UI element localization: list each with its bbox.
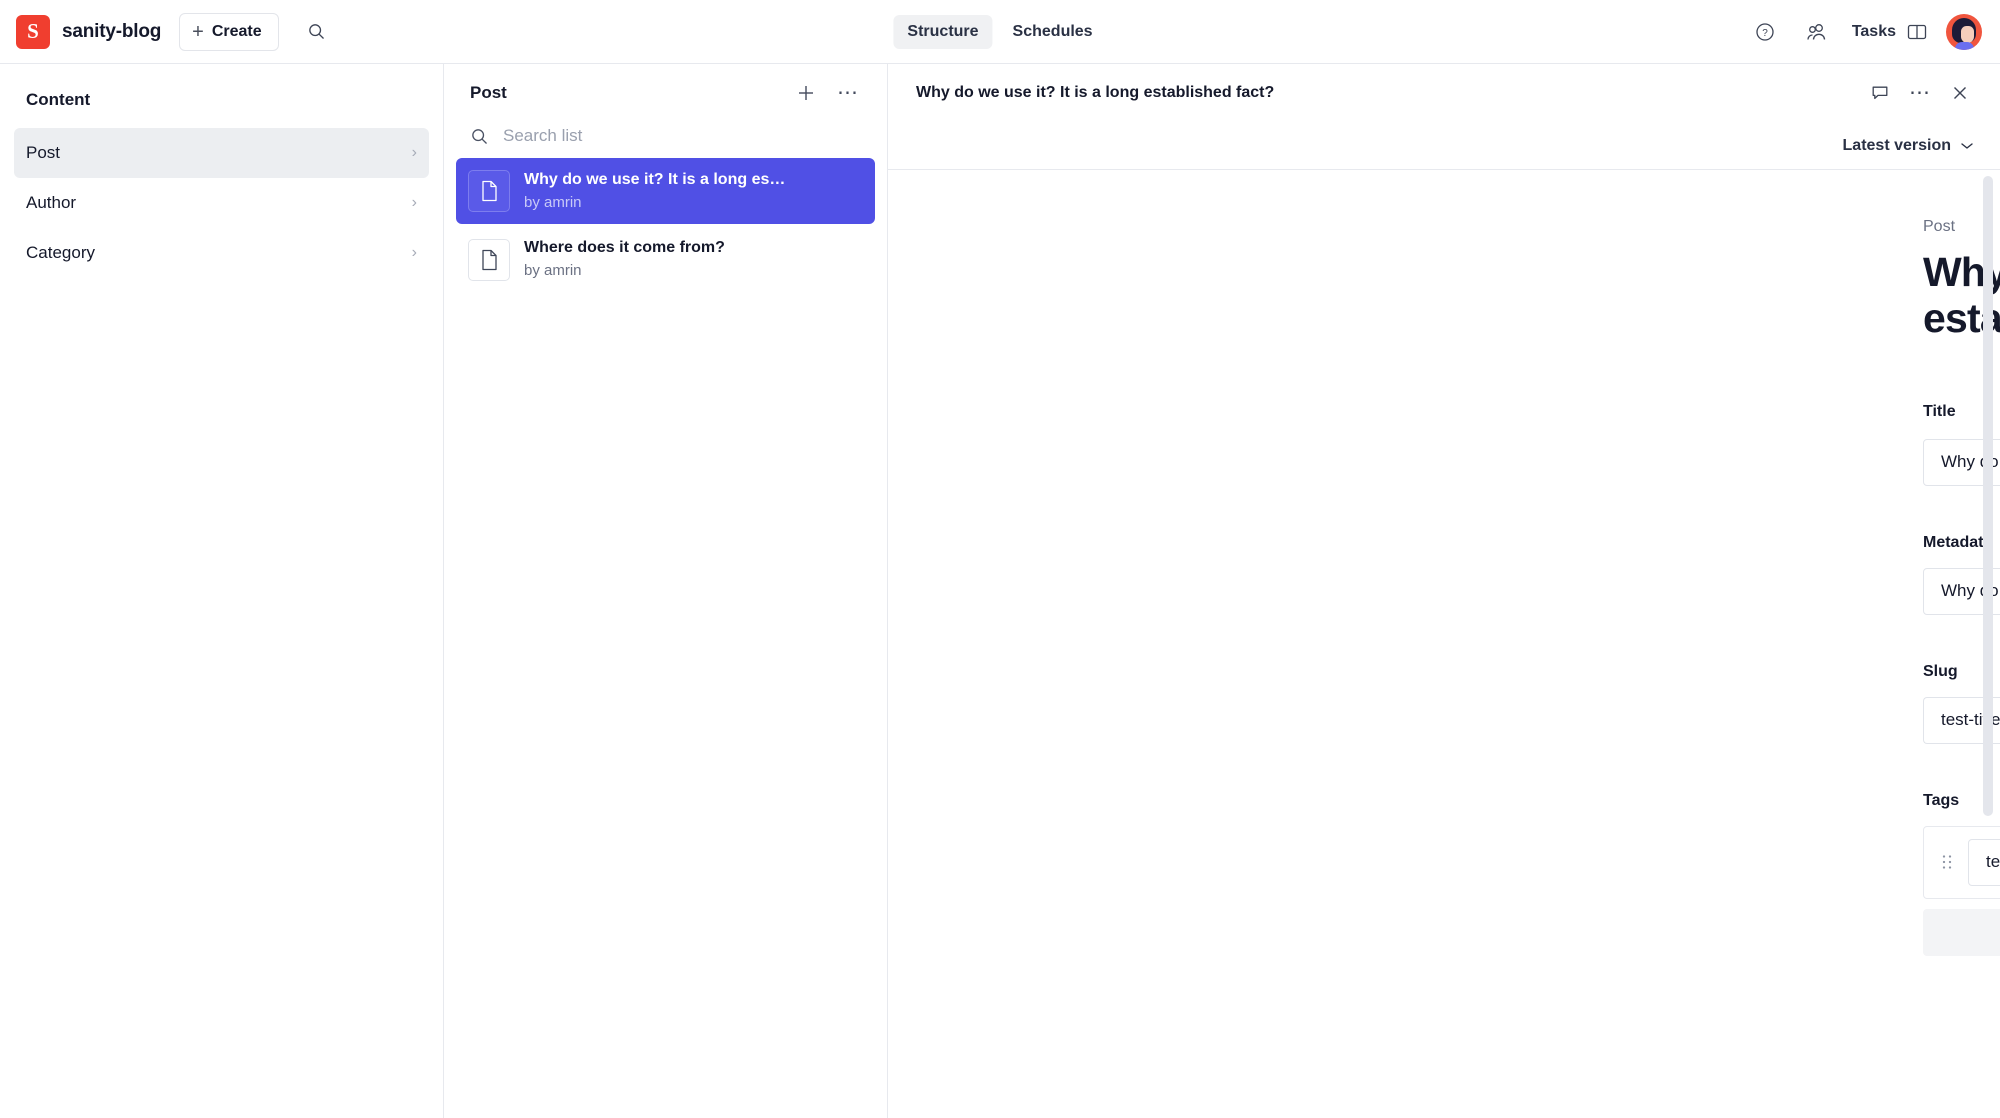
create-button-label: Create — [211, 22, 262, 40]
list-pane-actions: ⋯ — [789, 76, 865, 110]
chevron-down-icon — [1961, 142, 1973, 149]
sidebar-item-author[interactable]: Author › — [14, 178, 429, 228]
avatar-face — [1961, 25, 1974, 43]
search-icon — [309, 24, 325, 40]
document-list-pane: Post ⋯ Search list Why do we use it? It … — [444, 64, 888, 1118]
list-options-button[interactable]: ⋯ — [831, 76, 865, 110]
tasks-label: Tasks — [1851, 22, 1896, 40]
sidebar-item-post[interactable]: Post › — [14, 128, 429, 178]
document-comments-button[interactable] — [1862, 75, 1898, 111]
content-structure-pane: Content Post › Author › Category › — [0, 64, 444, 1118]
comment-icon — [1872, 86, 1888, 100]
sanity-logo-icon[interactable]: S — [16, 14, 50, 49]
svg-text:?: ? — [1762, 28, 1768, 39]
version-selector-label: Latest version — [1842, 136, 1951, 154]
document-header: Why do we use it? It is a long establish… — [888, 64, 2000, 122]
sidebar-item-label: Category — [26, 243, 95, 262]
document-header-title: Why do we use it? It is a long establish… — [916, 84, 1275, 101]
tasks-button[interactable]: Tasks — [1852, 22, 1928, 42]
presence-users-icon — [1807, 23, 1825, 40]
document-form: Post Why do we use it? It is a long esta… — [888, 170, 2000, 956]
global-search-button[interactable] — [297, 12, 337, 52]
top-bar-left: S sanity-blog + Create — [0, 12, 337, 52]
content-pane-title: Content — [26, 90, 91, 109]
create-button[interactable]: + Create — [179, 12, 279, 51]
help-button[interactable]: ? — [1748, 15, 1782, 49]
create-new-document-button[interactable] — [789, 76, 823, 110]
list-item-subtitle: by amrin — [524, 193, 582, 211]
close-icon — [1954, 87, 1966, 99]
ellipsis-icon: ⋯ — [1909, 80, 1931, 104]
tab-structure[interactable]: Structure — [893, 14, 993, 49]
sidebar-item-category[interactable]: Category › — [14, 228, 429, 278]
document-editor-pane: Why do we use it? It is a long establish… — [888, 64, 2000, 1118]
field-label: Title — [1923, 403, 1956, 421]
search-icon — [472, 128, 488, 144]
document-sub-toolbar: Latest version — [888, 122, 2000, 170]
search-input-placeholder: Search list — [503, 126, 583, 145]
ellipsis-icon: ⋯ — [837, 80, 859, 104]
document-icon — [468, 170, 510, 213]
search-input[interactable]: Search list — [444, 122, 887, 158]
field-label: Tags — [1923, 791, 1960, 809]
main-nav-tabs: Structure Schedules — [893, 14, 1107, 49]
document-close-button[interactable] — [1942, 75, 1978, 111]
document-form-scroll-area: Post Why do we use it? It is a long esta… — [888, 170, 2000, 1118]
plus-icon: + — [192, 20, 204, 43]
drag-handle-icon[interactable] — [1938, 850, 1956, 874]
workspace-title: sanity-blog — [62, 20, 162, 42]
scrollbar-thumb[interactable] — [1983, 176, 1993, 816]
top-bar-right: ? Tasks — [1748, 13, 2000, 50]
document-header-actions: ⋯ — [1862, 75, 1978, 111]
list-item[interactable]: Where does it come from? by amrin — [456, 226, 875, 292]
plus-icon — [799, 86, 813, 100]
help-circle-icon: ? — [1756, 22, 1774, 41]
sidebar-item-label: Post — [26, 143, 61, 162]
document-page-icon — [481, 249, 497, 270]
drag-dots-icon — [1942, 855, 1952, 869]
top-bar: S sanity-blog + Create Structure Schedul… — [0, 0, 2000, 64]
list-pane-header: Post ⋯ — [444, 64, 887, 122]
presence-button[interactable] — [1800, 15, 1834, 49]
list-item-text: Why do we use it? It is a long establish… — [524, 169, 786, 213]
list-item-title: Why do we use it? It is a long establish… — [524, 171, 786, 188]
list-pane-title: Post — [470, 83, 507, 102]
app-shell: Content Post › Author › Category › Post — [0, 64, 2000, 1118]
chevron-right-icon: › — [411, 244, 417, 261]
tab-schedules[interactable]: Schedules — [999, 15, 1107, 49]
vertical-scrollbar[interactable] — [1983, 176, 1993, 1112]
field-label: Metadata — [1923, 533, 1993, 551]
avatar-body — [1955, 41, 1974, 50]
split-panel-icon — [1907, 24, 1927, 39]
document-icon — [468, 238, 510, 281]
document-options-button[interactable]: ⋯ — [1902, 75, 1938, 111]
list-item-title: Where does it come from? — [524, 239, 725, 257]
document-list: Why do we use it? It is a long establish… — [444, 158, 887, 293]
list-item-text: Where does it come from? by amrin — [524, 237, 725, 281]
document-page-icon — [481, 181, 497, 202]
chevron-right-icon: › — [411, 144, 417, 161]
sidebar-item-label: Author — [26, 193, 77, 212]
list-item-subtitle: by amrin — [524, 261, 582, 279]
list-item[interactable]: Why do we use it? It is a long establish… — [456, 158, 875, 225]
user-avatar[interactable] — [1946, 13, 1982, 50]
chevron-right-icon: › — [411, 194, 417, 211]
version-selector[interactable]: Latest version — [1843, 137, 1974, 155]
field-label: Slug — [1923, 662, 1958, 680]
